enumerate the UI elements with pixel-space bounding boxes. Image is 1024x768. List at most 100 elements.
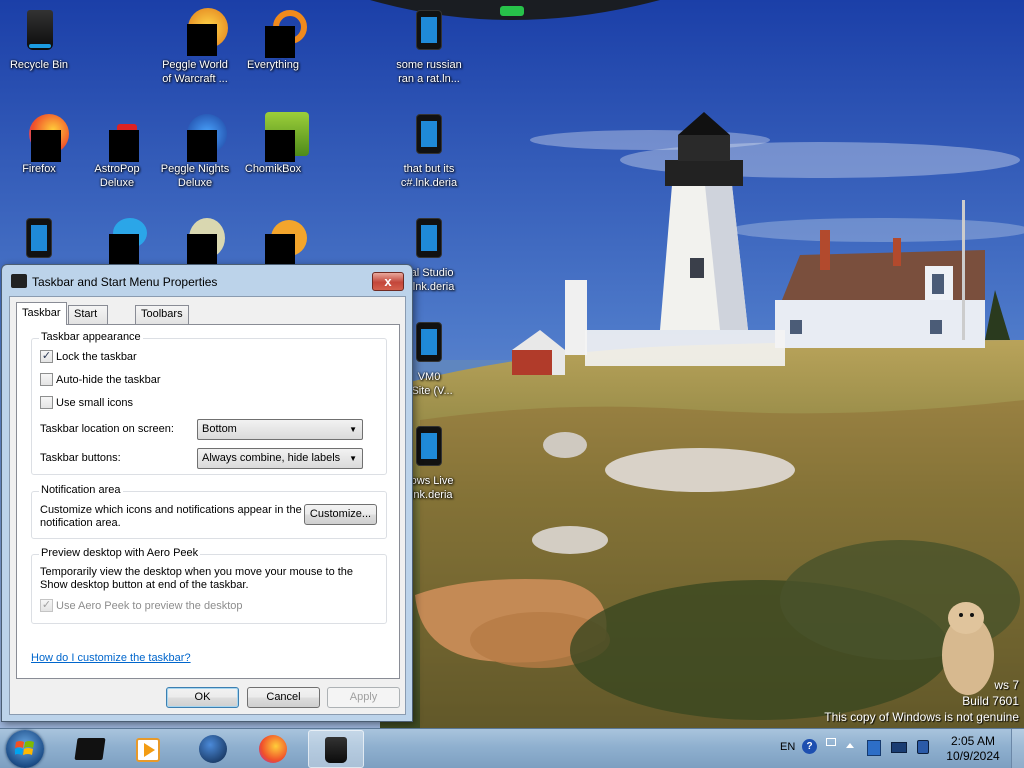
clock-date: 10/9/2024 [946, 749, 1000, 763]
computer-icon[interactable] [917, 740, 929, 754]
taskbar-tab-panel: Taskbar appearance ✓ Lock the taskbar Au… [16, 324, 400, 679]
desktop-icon-label: some russian ran a rat.ln... [396, 59, 462, 85]
dialog-titlebar[interactable]: Taskbar and Start Menu Properties x [2, 265, 412, 297]
checkbox-label: Lock the taskbar [56, 350, 137, 363]
desktop-icon-everything[interactable]: Everything [234, 2, 312, 98]
desktop-icon-label: Recycle Bin [9, 59, 69, 71]
desktop-icon-label: Firefox [22, 163, 56, 175]
firefox-icon [259, 735, 287, 763]
desktop-icon-firefox[interactable]: Firefox [0, 106, 78, 202]
taskbar-app-media[interactable] [120, 730, 176, 768]
tray-expand-icon[interactable] [846, 743, 854, 748]
help-icon[interactable]: ? [802, 739, 817, 754]
group-taskbar-appearance: Taskbar appearance ✓ Lock the taskbar Au… [31, 331, 387, 475]
chevron-down-icon: ▼ [349, 425, 357, 434]
apply-button[interactable]: Apply [327, 687, 400, 708]
desktop-icon-label: that but its c#.lnk.deria [400, 163, 458, 189]
dialog-client-area: Taskbar Start Menu Toolbars Taskbar appe… [9, 296, 406, 715]
location-dropdown[interactable]: Bottom ▼ [197, 419, 363, 440]
taskbar: EN ? 2:05 AM 10/9/2024 [0, 728, 1024, 768]
show-desktop-button[interactable] [1011, 729, 1024, 768]
app-icon [249, 214, 307, 266]
checkbox-box [40, 396, 53, 409]
astropop-icon [93, 110, 141, 162]
start-button[interactable] [6, 730, 44, 768]
help-link[interactable]: How do I customize the taskbar? [31, 652, 191, 664]
taskbar-buttons-dropdown[interactable]: Always combine, hide labels ▼ [197, 448, 363, 469]
desktop-icon-shortcut-rat[interactable]: some russian ran a rat.ln... [390, 2, 468, 98]
recycle-bin-icon [325, 737, 347, 763]
tablet-shortcut-icon [405, 214, 453, 262]
firefox-icon [15, 110, 69, 162]
desktop-icon-peggle-nights[interactable]: Peggle Nights Deluxe [156, 106, 234, 202]
buttons-label: Taskbar buttons: [40, 452, 121, 464]
taskbar-app-icon [11, 274, 27, 288]
aero-peek-description: Temporarily view the desktop when you mo… [40, 566, 354, 591]
checkbox-box: ✓ [40, 350, 53, 363]
play-icon [144, 743, 155, 757]
network-icon[interactable] [867, 740, 881, 756]
tab-toolbars[interactable]: Toolbars [135, 305, 189, 324]
group-notification-area: Notification area Customize which icons … [31, 484, 387, 539]
dropdown-value: Always combine, hide labels [202, 452, 341, 464]
customize-button[interactable]: Customize... [304, 504, 377, 525]
dialog-title: Taskbar and Start Menu Properties [32, 275, 218, 289]
chevron-down-icon: ▼ [349, 454, 357, 463]
taskbar-properties-dialog: Taskbar and Start Menu Properties x Task… [1, 264, 413, 722]
checkbox-label: Auto-hide the taskbar [56, 373, 161, 386]
checkbox-label: Use small icons [56, 396, 134, 409]
watermark-genuine: This copy of Windows is not genuine [824, 710, 1019, 724]
clock[interactable]: 2:05 AM 10/9/2024 [940, 734, 1006, 764]
notification-description: Customize which icons and notifications … [40, 504, 302, 529]
recycle-bin-icon [15, 6, 63, 54]
taskbar-app-recycle[interactable] [308, 730, 364, 768]
small-icons-checkbox[interactable]: Use small icons [40, 396, 133, 409]
genuine-watermark: ws 7 Build 7601 This copy of Windows is … [759, 678, 1019, 724]
windows-logo-icon [15, 741, 34, 755]
language-indicator[interactable]: EN [780, 741, 795, 753]
desktop-icon-astropop[interactable]: AstroPop Deluxe [78, 106, 156, 202]
everything-icon [249, 6, 307, 58]
taskbar-app-firefox[interactable] [246, 730, 302, 768]
checkbox-label: Use Aero Peek to preview the desktop [56, 599, 243, 612]
desktop-icon-label: Peggle World of Warcraft ... [162, 59, 228, 85]
app-icon [171, 214, 225, 266]
checkbox-box: ✓ [40, 599, 53, 612]
tablet-shortcut-icon [405, 110, 453, 158]
chomikbox-icon [249, 110, 309, 162]
taskbar-app-tablet[interactable] [62, 730, 118, 768]
taskbar-app-globe[interactable] [186, 730, 242, 768]
close-button[interactable]: x [372, 272, 404, 291]
group-title: Taskbar appearance [39, 331, 143, 343]
dropdown-value: Bottom [202, 423, 237, 435]
cancel-button[interactable]: Cancel [247, 687, 320, 708]
location-label: Taskbar location on screen: [40, 423, 174, 435]
peggle-wow-icon [171, 6, 228, 56]
tablet-app-icon [74, 738, 106, 760]
tablet-shortcut-icon [15, 214, 63, 262]
group-aero-peek: Preview desktop with Aero Peek Temporari… [31, 547, 387, 624]
ok-button[interactable]: OK [166, 687, 239, 708]
app-icon [93, 214, 147, 266]
monitor-icon[interactable] [891, 742, 907, 753]
peggle-nights-icon [171, 110, 227, 162]
watermark-os: ws 7 [994, 678, 1019, 692]
desktop-icon-chomikbox[interactable]: ChomikBox [234, 106, 312, 202]
group-title: Preview desktop with Aero Peek [39, 547, 201, 559]
desktop-icon-label: AstroPop Deluxe [94, 163, 140, 189]
lock-taskbar-checkbox[interactable]: ✓ Lock the taskbar [40, 350, 137, 363]
tab-start-menu[interactable]: Start Menu [68, 305, 108, 337]
tablet-shortcut-icon [405, 6, 453, 54]
desktop-icon-shortcut-csharp[interactable]: that but its c#.lnk.deria [390, 106, 468, 202]
desktop-icon-label: Peggle Nights Deluxe [160, 163, 230, 189]
aero-peek-checkbox[interactable]: ✓ Use Aero Peek to preview the desktop [40, 599, 243, 612]
desktop-icon-label: Everything [247, 59, 299, 71]
desktop-icon-label: ChomikBox [244, 163, 302, 175]
checkbox-box [40, 373, 53, 386]
autohide-checkbox[interactable]: Auto-hide the taskbar [40, 373, 161, 386]
globe-icon [199, 735, 227, 763]
desktop-icon-recycle-bin[interactable]: Recycle Bin [0, 2, 78, 98]
restore-windows-icon[interactable] [826, 738, 836, 746]
desktop-icon-peggle-wow[interactable]: Peggle World of Warcraft ... [156, 2, 234, 98]
tab-taskbar[interactable]: Taskbar [16, 302, 67, 325]
